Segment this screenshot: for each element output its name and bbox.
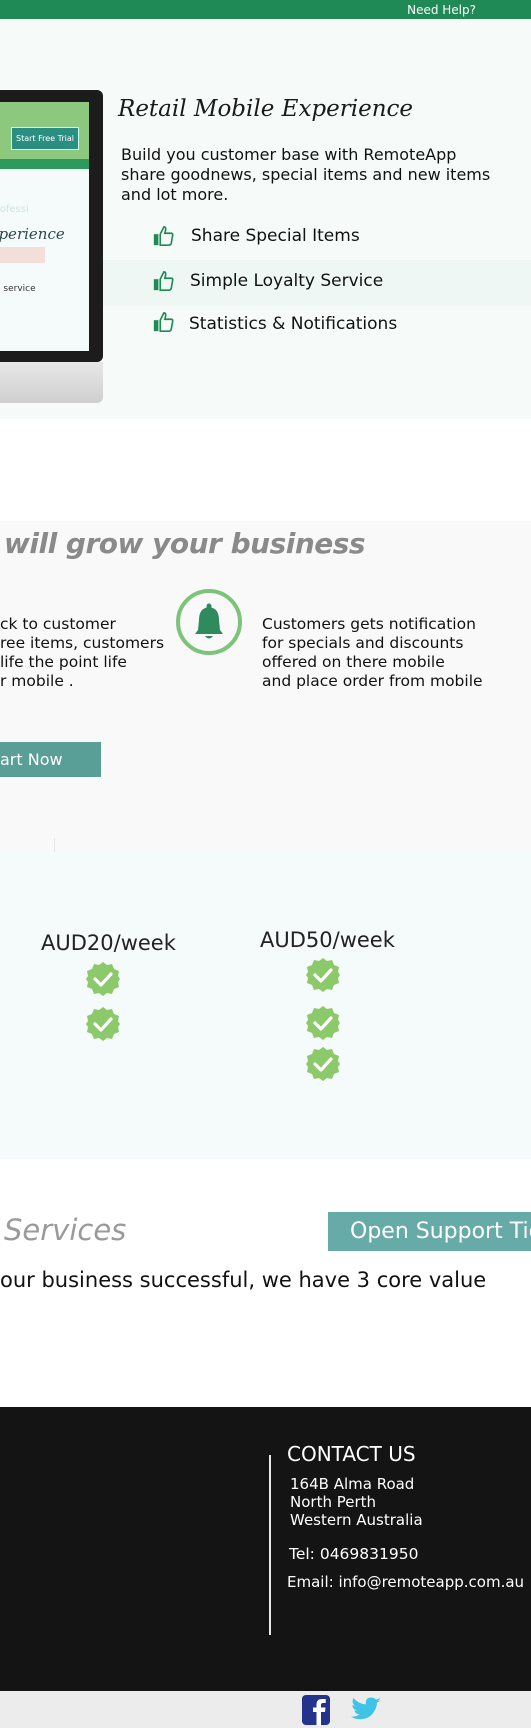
feature-item-statistics-notifications bbox=[152, 311, 174, 337]
monitor-frame: Start Free Trial Professi xperience e il… bbox=[0, 90, 103, 362]
core-value-text: our business successful, we have 3 core … bbox=[0, 1268, 487, 1292]
services-title: Services bbox=[4, 1213, 127, 1247]
grow-left-text: ree items, customers bbox=[0, 634, 165, 652]
screen-pink-bar bbox=[0, 247, 45, 263]
thumbs-up-icon bbox=[153, 271, 174, 291]
bell-icon bbox=[195, 603, 223, 639]
start-now-label: art Now bbox=[0, 750, 63, 769]
thumbs-up-icon bbox=[153, 312, 174, 332]
grow-left-text: r mobile . bbox=[0, 672, 74, 690]
contact-phone: Tel: 0469831950 bbox=[289, 1545, 419, 1563]
feature-item-simple-loyalty-service bbox=[152, 270, 174, 296]
plan-price: AUD20/week bbox=[41, 931, 176, 955]
contact-email[interactable]: Email: info@remoteapp.com.au bbox=[287, 1573, 524, 1591]
check-badge-icon bbox=[306, 958, 340, 992]
need-help-link[interactable]: Need Help? bbox=[407, 3, 476, 17]
screen-text-line: ile service bbox=[0, 284, 36, 294]
bell-icon-ring bbox=[176, 589, 242, 655]
screen-stripe bbox=[0, 159, 89, 169]
grow-right-text: Customers gets notification bbox=[262, 615, 476, 633]
divider bbox=[54, 838, 55, 852]
contact-title: CONTACT US bbox=[287, 1442, 416, 1466]
screen-faded-text: Professi bbox=[0, 204, 29, 215]
hero-description-line: and lot more. bbox=[121, 185, 229, 204]
feature-item-share-special-items bbox=[152, 225, 174, 251]
address-line: Western Australia bbox=[290, 1511, 423, 1529]
feature-label: Statistics & Notifications bbox=[189, 314, 398, 334]
plan-price: AUD50/week bbox=[260, 928, 395, 952]
monitor-screen: Start Free Trial Professi xperience e il… bbox=[0, 102, 89, 351]
hero-description-line: Build you customer base with RemoteApp bbox=[121, 145, 457, 164]
hero-description-line: share goodnews, special items and new it… bbox=[121, 165, 491, 184]
hero-title: Retail Mobile Experience bbox=[118, 96, 414, 122]
pricing-section bbox=[0, 852, 531, 1159]
social-bar bbox=[0, 1691, 531, 1728]
start-free-trial-button: Start Free Trial bbox=[11, 127, 79, 150]
address-line: North Perth bbox=[290, 1493, 377, 1511]
feature-label: Simple Loyalty Service bbox=[190, 271, 384, 291]
feature-label: Share Special Items bbox=[191, 226, 360, 246]
footer bbox=[0, 1407, 531, 1691]
facebook-icon[interactable] bbox=[302, 1695, 330, 1725]
monitor-stand bbox=[0, 362, 103, 403]
grow-right-text: offered on there mobile bbox=[262, 653, 445, 671]
grow-right-text: for specials and discounts bbox=[262, 634, 464, 652]
footer-divider bbox=[269, 1455, 271, 1635]
grow-left-text: ck to customer bbox=[0, 615, 116, 633]
check-badge-icon bbox=[306, 1047, 340, 1081]
grow-title: will grow your business bbox=[4, 527, 366, 560]
grow-right-text: and place order from mobile bbox=[262, 672, 483, 690]
thumbs-up-icon bbox=[153, 226, 174, 246]
monitor-image: Start Free Trial Professi xperience e il… bbox=[0, 90, 103, 403]
start-now-button[interactable]: art Now bbox=[0, 742, 101, 777]
check-badge-icon bbox=[86, 1007, 120, 1041]
screen-title-fragment: xperience bbox=[0, 225, 65, 243]
twitter-icon[interactable] bbox=[350, 1695, 382, 1725]
grow-left-text: life the point life bbox=[0, 653, 127, 671]
open-support-ticket-button[interactable]: Open Support Tic bbox=[328, 1212, 531, 1251]
address-line: 164B Alma Road bbox=[290, 1475, 415, 1493]
check-badge-icon bbox=[86, 962, 120, 996]
check-badge-icon bbox=[306, 1006, 340, 1040]
